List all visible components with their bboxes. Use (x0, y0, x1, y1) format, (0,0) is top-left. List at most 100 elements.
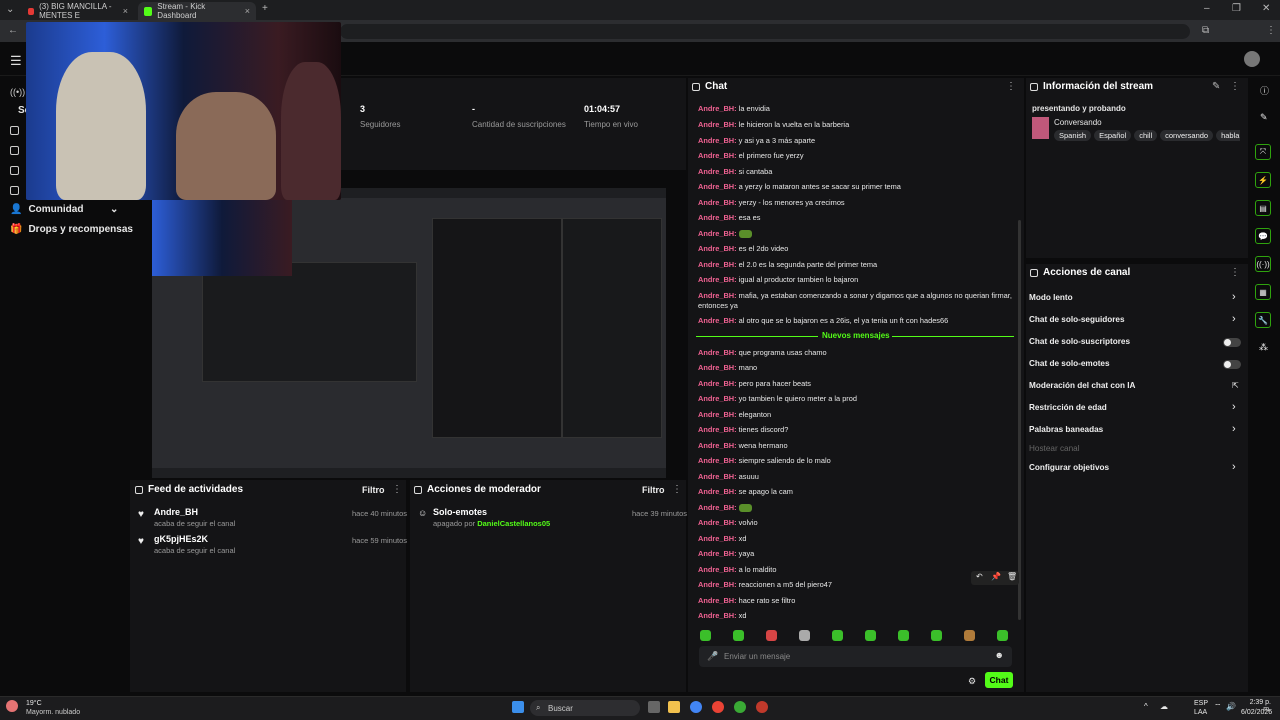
volume-icon[interactable]: 🔊 (1226, 702, 1236, 711)
rail-chat-icon[interactable]: 💬 (1255, 228, 1271, 244)
emote-icon[interactable] (700, 630, 711, 641)
chat-username[interactable]: Andre_BH: (698, 244, 737, 253)
chat-username[interactable]: Andre_BH: (698, 565, 737, 574)
chat-username[interactable]: Andre_BH: (698, 260, 737, 269)
feed-menu-icon[interactable]: ⋮ (392, 484, 402, 495)
chat-message[interactable]: Andre_BH: wena hermano (698, 441, 788, 450)
chat-message[interactable]: Andre_BH: (698, 229, 752, 239)
chrome-icon[interactable] (712, 701, 724, 713)
toggle-switch[interactable] (1223, 338, 1241, 347)
chat-message[interactable]: Andre_BH: a yerzy lo mataron antes se sa… (698, 182, 901, 191)
info-circle-icon[interactable]: ⓘ (1260, 84, 1269, 97)
chat-message[interactable]: Andre_BH: al otro que se lo bajaron es a… (698, 316, 948, 325)
chevron-right-icon[interactable]: › (1232, 423, 1236, 435)
chat-username[interactable]: Andre_BH: (698, 611, 737, 620)
chat-username[interactable]: Andre_BH: (698, 394, 737, 403)
chat-scrollbar[interactable] (1018, 220, 1021, 620)
chat-username[interactable]: Andre_BH: (698, 425, 737, 434)
menu-dots-icon[interactable]: ⋮ (1266, 25, 1276, 36)
rail-wrench-icon[interactable]: 🔧 (1255, 312, 1271, 328)
tag[interactable]: conversando (1160, 130, 1214, 141)
chat-message[interactable]: Andre_BH: a lo maldito (698, 565, 776, 574)
chat-message[interactable]: Andre_BH: y asi ya a 3 más aparte (698, 136, 815, 145)
close-window-icon[interactable]: ✕ (1262, 3, 1270, 14)
info-menu-icon[interactable]: ⋮ (1230, 81, 1240, 92)
emote-icon[interactable] (964, 630, 975, 641)
task-view-icon[interactable] (648, 701, 660, 713)
chat-message[interactable]: Andre_BH: yerzy - los menores ya crecimo… (698, 198, 845, 207)
mod-filter-button[interactable]: Filtro (642, 485, 665, 495)
tag[interactable]: hablan (1216, 130, 1240, 141)
emote-icon[interactable] (733, 630, 744, 641)
feed-filter-button[interactable]: Filtro (362, 485, 385, 495)
file-explorer-icon[interactable] (668, 701, 680, 713)
browser-tab-kick[interactable]: Stream - Kick Dashboard × (138, 2, 256, 20)
emote-icon[interactable] (832, 630, 843, 641)
chat-username[interactable]: Andre_BH: (698, 549, 737, 558)
chat-message[interactable]: Andre_BH: siempre saliendo de lo malo (698, 456, 831, 465)
chevron-right-icon[interactable]: › (1232, 461, 1236, 473)
rail-crop-icon[interactable]: ⤧ (1255, 144, 1271, 160)
chat-username[interactable]: Andre_BH: (698, 379, 737, 388)
chat-username[interactable]: Andre_BH: (698, 120, 737, 129)
chat-username[interactable]: Andre_BH: (698, 363, 737, 372)
chat-message[interactable]: Andre_BH: yaya (698, 549, 754, 558)
chrome-icon[interactable] (690, 701, 702, 713)
channel-action-label[interactable]: Hostear canal (1029, 444, 1080, 453)
chat-message[interactable]: Andre_BH: esa es (698, 213, 760, 222)
category-name[interactable]: Conversando (1054, 118, 1102, 127)
rail-nodes-icon[interactable]: ⁂ (1259, 342, 1268, 353)
lang-indicator-2[interactable]: LAA (1194, 709, 1207, 716)
back-icon[interactable]: ← (8, 25, 18, 36)
edit-icon[interactable]: ✎ (1212, 81, 1220, 92)
tag[interactable]: Español (1094, 130, 1132, 141)
chat-username[interactable]: Andre_BH: (698, 410, 737, 419)
channel-action-label[interactable]: Modo lento (1029, 293, 1073, 302)
maximize-icon[interactable]: ❐ (1232, 3, 1241, 14)
channel-action-label[interactable]: Configurar objetivos (1029, 463, 1109, 472)
rail-broadcast-icon[interactable]: ((·)) (1255, 256, 1271, 272)
sidebar-icon-1[interactable] (10, 126, 19, 135)
chat-message[interactable]: Andre_BH: si cantaba (698, 167, 772, 176)
tag[interactable]: Spanish (1054, 130, 1092, 141)
chevron-right-icon[interactable]: › (1232, 401, 1236, 413)
chat-message[interactable]: Andre_BH: pero para hacer beats (698, 379, 811, 388)
chat-username[interactable]: Andre_BH: (698, 151, 737, 160)
actions-menu-icon[interactable]: ⋮ (1230, 267, 1240, 278)
emote-icon[interactable] (865, 630, 876, 641)
chat-message[interactable]: Andre_BH: le hicieron la vuelta en la ba… (698, 120, 849, 129)
chat-message[interactable]: Andre_BH: la envidia (698, 104, 770, 113)
chat-message[interactable]: Andre_BH: el primero fue yerzy (698, 151, 804, 160)
chat-username[interactable]: Andre_BH: (698, 580, 737, 589)
emote-icon[interactable] (898, 630, 909, 641)
chat-message[interactable]: Andre_BH: que programa usas chamo (698, 348, 827, 357)
tab-close-icon[interactable]: × (123, 6, 128, 16)
settings-gear-icon[interactable]: ⚙ (968, 676, 976, 687)
chat-message[interactable]: Andre_BH: el 2.0 es la segunda parte del… (698, 260, 877, 269)
chat-message[interactable]: Andre_BH: (698, 503, 752, 513)
external-link-icon[interactable]: ⇱ (1232, 381, 1239, 390)
chat-username[interactable]: Andre_BH: (698, 229, 737, 238)
obs-icon[interactable] (756, 701, 768, 713)
chat-username[interactable]: Andre_BH: (698, 198, 737, 207)
chevron-right-icon[interactable]: › (1232, 291, 1236, 303)
channel-action-label[interactable]: Restricción de edad (1029, 403, 1107, 412)
chat-username[interactable]: Andre_BH: (698, 275, 737, 284)
microphone-icon[interactable]: 🎤 (707, 651, 718, 662)
channel-action-label[interactable]: Moderación del chat con IA (1029, 381, 1135, 390)
chat-message[interactable]: Andre_BH: hace rato se filtro (698, 596, 795, 605)
emote-icon[interactable] (766, 630, 777, 641)
send-chat-button[interactable]: Chat (985, 672, 1013, 688)
chat-username[interactable]: Andre_BH: (698, 503, 737, 512)
emote-icon[interactable] (997, 630, 1008, 641)
sidebar-item-drops[interactable]: 🎁 Drops y recompensas (10, 224, 133, 235)
mod-action-user[interactable]: DanielCastellanos05 (477, 519, 550, 528)
tab-close-icon[interactable]: × (245, 6, 250, 16)
xbox-icon[interactable] (734, 701, 746, 713)
edit-pen-icon[interactable]: ✎ (1260, 112, 1268, 123)
chat-username[interactable]: Andre_BH: (698, 316, 737, 325)
tab-search-icon[interactable]: ⌄ (6, 4, 14, 15)
emoji-icon[interactable]: ☻ (995, 650, 1004, 660)
url-field[interactable] (340, 24, 1190, 39)
wifi-icon[interactable]: ⌔ (1214, 702, 1222, 712)
